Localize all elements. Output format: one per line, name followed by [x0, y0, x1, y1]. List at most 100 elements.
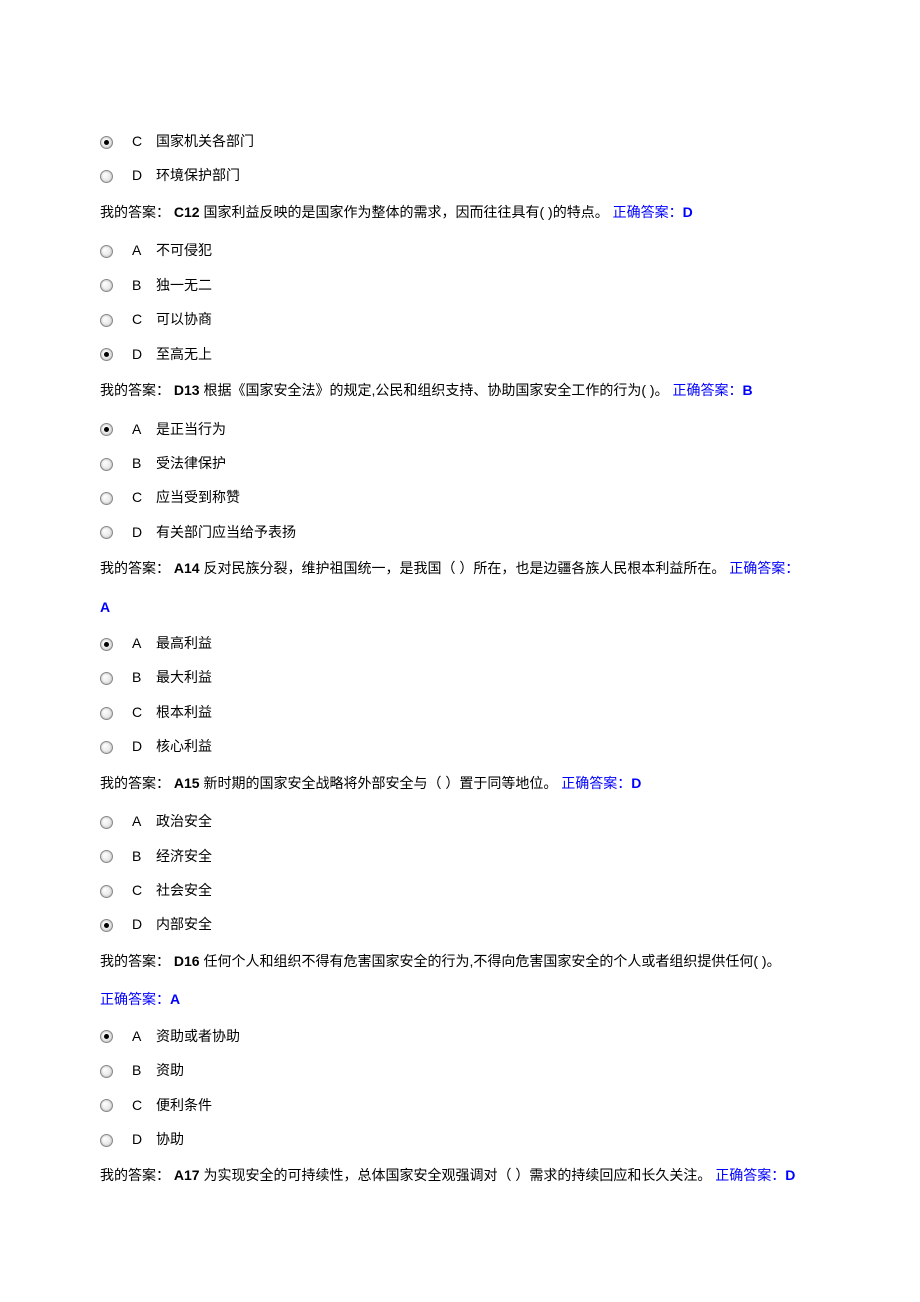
radio-icon[interactable] — [100, 1030, 113, 1043]
question-text: 国家利益反映的是国家作为整体的需求，因而往往具有( )的特点。 — [200, 204, 609, 220]
my-answer-value: C — [174, 204, 184, 220]
option-row[interactable]: C 社会安全 — [100, 879, 820, 901]
question-number: 15 — [184, 775, 200, 791]
option-letter: B — [132, 274, 150, 296]
my-answer-label: 我的答案： — [100, 953, 170, 969]
radio-icon[interactable] — [100, 638, 113, 651]
option-row[interactable]: D 至高无上 — [100, 343, 820, 365]
option-row[interactable]: A 不可侵犯 — [100, 239, 820, 261]
option-row[interactable]: C 应当受到称赞 — [100, 486, 820, 508]
option-row[interactable]: D 有关部门应当给予表扬 — [100, 521, 820, 543]
option-text: 根本利益 — [156, 701, 212, 723]
radio-icon[interactable] — [100, 492, 113, 505]
radio-icon[interactable] — [100, 526, 113, 539]
question-number: 17 — [184, 1167, 200, 1183]
correct-answer-value: A — [170, 991, 180, 1007]
q16-correct-standalone: 正确答案：A — [100, 988, 820, 1010]
radio-icon[interactable] — [100, 170, 113, 183]
q14-header: 我的答案： A14 反对民族分裂，维护祖国统一，是我国（ ）所在，也是边疆各族人… — [100, 555, 820, 582]
option-text: 资助或者协助 — [156, 1025, 240, 1047]
my-answer-value: A — [174, 775, 184, 791]
my-answer-value: A — [174, 560, 184, 576]
option-letter: C — [132, 879, 150, 901]
q12-options: A 不可侵犯 B 独一无二 C 可以协商 D 至高无上 — [100, 239, 820, 365]
radio-icon[interactable] — [100, 707, 113, 720]
option-text: 便利条件 — [156, 1094, 212, 1116]
radio-icon[interactable] — [100, 458, 113, 471]
q12-header: 我的答案： C12 国家利益反映的是国家作为整体的需求，因而往往具有( )的特点… — [100, 199, 820, 226]
radio-icon[interactable] — [100, 816, 113, 829]
q15-header: 我的答案： A15 新时期的国家安全战略将外部安全与（ ）置于同等地位。 正确答… — [100, 770, 820, 797]
radio-icon[interactable] — [100, 885, 113, 898]
radio-icon[interactable] — [100, 314, 113, 327]
option-row[interactable]: D 环境保护部门 — [100, 164, 820, 186]
option-text: 是正当行为 — [156, 418, 226, 440]
radio-icon[interactable] — [100, 741, 113, 754]
option-row[interactable]: C 根本利益 — [100, 701, 820, 723]
option-text: 不可侵犯 — [156, 239, 212, 261]
option-row[interactable]: A 资助或者协助 — [100, 1025, 820, 1047]
q14-correct-standalone: A — [100, 596, 820, 618]
option-letter: C — [132, 1094, 150, 1116]
option-row[interactable]: A 最高利益 — [100, 632, 820, 654]
q17-header: 我的答案： A17 为实现安全的可持续性，总体国家安全观强调对（ ）需求的持续回… — [100, 1162, 820, 1189]
radio-icon[interactable] — [100, 1099, 113, 1112]
radio-icon[interactable] — [100, 279, 113, 292]
my-answer-value: A — [174, 1167, 184, 1183]
my-answer-label: 我的答案： — [100, 1167, 170, 1183]
option-row[interactable]: A 政治安全 — [100, 810, 820, 832]
option-text: 有关部门应当给予表扬 — [156, 521, 296, 543]
radio-icon[interactable] — [100, 348, 113, 361]
option-row[interactable]: B 独一无二 — [100, 274, 820, 296]
option-row[interactable]: C 可以协商 — [100, 308, 820, 330]
option-text: 至高无上 — [156, 343, 212, 365]
option-letter: B — [132, 666, 150, 688]
option-row[interactable]: B 经济安全 — [100, 845, 820, 867]
option-row[interactable]: D 协助 — [100, 1128, 820, 1150]
my-answer-label: 我的答案： — [100, 382, 170, 398]
option-letter: D — [132, 913, 150, 935]
question-number: 16 — [184, 953, 200, 969]
option-text: 可以协商 — [156, 308, 212, 330]
radio-icon[interactable] — [100, 423, 113, 436]
q16-header: 我的答案： D16 任何个人和组织不得有危害国家安全的行为,不得向危害国家安全的… — [100, 948, 820, 975]
option-letter: D — [132, 1128, 150, 1150]
correct-answer-label: 正确答案： — [100, 991, 170, 1007]
option-letter: B — [132, 1059, 150, 1081]
question-text: 新时期的国家安全战略将外部安全与（ ）置于同等地位。 — [200, 775, 558, 791]
option-row[interactable]: C 国家机关各部门 — [100, 130, 820, 152]
correct-answer-value: A — [100, 599, 110, 615]
option-letter: C — [132, 130, 150, 152]
radio-icon[interactable] — [100, 245, 113, 258]
option-row[interactable]: D 核心利益 — [100, 735, 820, 757]
correct-answer-label: 正确答案： — [561, 775, 631, 791]
my-answer-value: D — [174, 382, 184, 398]
option-letter: A — [132, 810, 150, 832]
radio-icon[interactable] — [100, 850, 113, 863]
option-letter: D — [132, 735, 150, 757]
radio-icon[interactable] — [100, 672, 113, 685]
option-letter: B — [132, 452, 150, 474]
option-row[interactable]: D 内部安全 — [100, 913, 820, 935]
option-text: 内部安全 — [156, 913, 212, 935]
radio-wrap — [100, 134, 132, 149]
radio-icon[interactable] — [100, 1065, 113, 1078]
my-answer-label: 我的答案： — [100, 204, 170, 220]
option-row[interactable]: C 便利条件 — [100, 1094, 820, 1116]
radio-icon[interactable] — [100, 919, 113, 932]
option-text: 政治安全 — [156, 810, 212, 832]
option-text: 独一无二 — [156, 274, 212, 296]
option-text: 协助 — [156, 1128, 184, 1150]
correct-answer-value: B — [742, 382, 752, 398]
option-letter: D — [132, 164, 150, 186]
radio-icon[interactable] — [100, 1134, 113, 1147]
option-row[interactable]: B 最大利益 — [100, 666, 820, 688]
option-text: 最大利益 — [156, 666, 212, 688]
q13-header: 我的答案： D13 根据《国家安全法》的规定,公民和组织支持、协助国家安全工作的… — [100, 377, 820, 404]
question-number: 14 — [184, 560, 200, 576]
option-row[interactable]: B 受法律保护 — [100, 452, 820, 474]
option-row[interactable]: A 是正当行为 — [100, 418, 820, 440]
radio-icon[interactable] — [100, 136, 113, 149]
option-letter: D — [132, 343, 150, 365]
option-row[interactable]: B 资助 — [100, 1059, 820, 1081]
